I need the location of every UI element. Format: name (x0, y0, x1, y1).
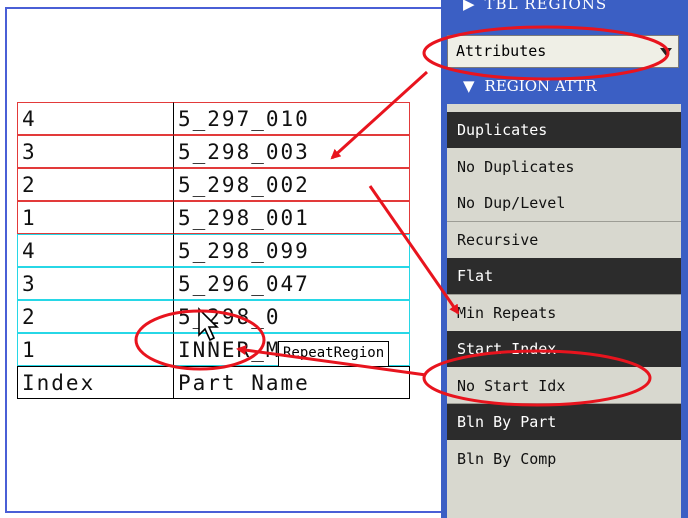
collapse-triangle-icon: ▼ (463, 77, 475, 95)
menu-separator (447, 221, 681, 222)
menu-item[interactable]: No Dup/Level (447, 185, 681, 221)
part-name-cell: 5_298_003 (174, 135, 410, 168)
attributes-dropdown[interactable]: Attributes (447, 35, 679, 68)
index-cell: 2 (17, 300, 174, 333)
tbl-regions-header[interactable]: ▶ TBL REGIONS (447, 0, 681, 21)
menu-item[interactable]: Flat (447, 258, 681, 294)
index-cell: 4 (17, 102, 174, 135)
part-name-cell: 5_298_001 (174, 201, 410, 234)
index-cell: 3 (17, 267, 174, 300)
table-row[interactable]: 2 5_298_002 (17, 168, 410, 201)
table-row[interactable]: 4 5_298_099 (17, 234, 410, 267)
chevron-down-icon[interactable] (660, 48, 672, 56)
expand-triangle-icon: ▶ (463, 0, 475, 13)
repeat-region-tooltip: RepeatRegion (278, 341, 390, 367)
menu-item[interactable]: Duplicates (447, 112, 681, 148)
dropdown-value: Attributes (456, 42, 547, 60)
menu-panel: ▶ TBL REGIONS Attributes ▼ REGION ATTR Dup… (441, 0, 688, 518)
menu-item[interactable]: No Start Idx (447, 368, 681, 404)
mouse-pointer-icon (198, 307, 219, 342)
index-cell: 3 (17, 135, 174, 168)
table-row[interactable]: 3 5_298_003 (17, 135, 410, 168)
region-attr-menu: Duplicates No Duplicates No Dup/Level Recur… (447, 104, 681, 518)
screenshot: 4 5_297_010 3 5_298_003 2 5_298_002 1 5_298_001… (0, 0, 688, 518)
menu-item[interactable]: Bln By Part (447, 404, 681, 440)
part-name-cell: 5_297_010 (174, 102, 410, 135)
table-row[interactable]: 1 5_298_001 (17, 201, 410, 234)
index-cell: 1 (17, 333, 174, 366)
index-cell: 2 (17, 168, 174, 201)
menu-separator (447, 403, 681, 404)
menu-item[interactable]: No Duplicates (447, 149, 681, 185)
part-name-cell: Part Name (174, 366, 410, 399)
index-cell: Index (17, 366, 174, 399)
menu-item[interactable]: Min Repeats (447, 295, 681, 331)
menu-item[interactable]: Bln By Comp (447, 441, 681, 477)
table-row[interactable]: 3 5_296_047 (17, 267, 410, 300)
index-cell: 1 (17, 201, 174, 234)
part-name-cell: 5_298_002 (174, 168, 410, 201)
drawing-canvas[interactable]: 4 5_297_010 3 5_298_003 2 5_298_002 1 5_298_001… (0, 0, 441, 518)
part-name-cell: 5_298_099 (174, 234, 410, 267)
index-cell: 4 (17, 234, 174, 267)
menu-item[interactable]: Recursive (447, 222, 681, 258)
region-attr-header[interactable]: ▼ REGION ATTR (447, 70, 681, 103)
table-row[interactable]: 4 5_297_010 (17, 102, 410, 135)
menu-separator (447, 294, 681, 295)
table-row[interactable]: Index Part Name (17, 366, 410, 399)
part-name-cell: 5_296_047 (174, 267, 410, 300)
menu-item[interactable]: Start Index (447, 331, 681, 367)
